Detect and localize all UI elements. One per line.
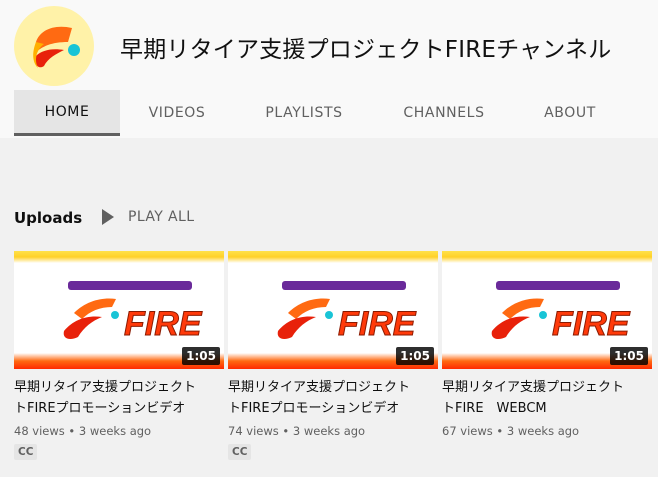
cc-badge: CC bbox=[228, 444, 252, 460]
cc-badge: CC bbox=[14, 444, 38, 460]
svg-text:FIRE: FIRE bbox=[338, 305, 417, 343]
play-icon bbox=[102, 209, 114, 225]
upload-age: 3 weeks ago bbox=[506, 424, 580, 438]
duration-badge: 1:05 bbox=[182, 347, 220, 365]
channel-header: 早期リタイア支援プロジェクトFIREチャンネル HOME VIDEOS PLAY… bbox=[0, 0, 658, 138]
video-title[interactable]: 早期リタイア支援プロジェクト トFIRE WEBCM bbox=[442, 377, 648, 419]
duration-badge: 1:05 bbox=[396, 347, 434, 365]
channel-title: 早期リタイア支援プロジェクトFIREチャンネル bbox=[120, 37, 612, 63]
tab-home[interactable]: HOME bbox=[14, 90, 120, 136]
tab-playlists[interactable]: PLAYLISTS bbox=[234, 90, 374, 136]
view-count: 48 views bbox=[14, 424, 65, 438]
video-card[interactable]: FIRE 1:05 早期リタイア支援プロジェクト トFIREプロモーションビデオ… bbox=[14, 251, 224, 460]
view-count: 67 views bbox=[442, 424, 493, 438]
video-card[interactable]: FIRE 1:05 早期リタイア支援プロジェクト トFIRE WEBCM 67 … bbox=[442, 251, 652, 438]
video-metadata: 48 views • 3 weeks ago bbox=[14, 424, 152, 438]
svg-text:FIRE: FIRE bbox=[552, 305, 631, 343]
video-card[interactable]: FIRE 1:05 早期リタイア支援プロジェクト トFIREプロモーションビデオ… bbox=[228, 251, 438, 460]
tab-channels[interactable]: CHANNELS bbox=[374, 90, 514, 136]
upload-age: 3 weeks ago bbox=[292, 424, 366, 438]
fire-logo-icon bbox=[33, 26, 80, 68]
play-all-button[interactable]: PLAY ALL bbox=[102, 209, 194, 225]
video-title[interactable]: 早期リタイア支援プロジェクト トFIREプロモーションビデオ bbox=[14, 377, 220, 419]
video-thumbnail[interactable]: FIRE 1:05 bbox=[442, 251, 652, 369]
view-count: 74 views bbox=[228, 424, 279, 438]
upload-age: 3 weeks ago bbox=[78, 424, 152, 438]
video-thumbnail[interactable]: FIRE 1:05 bbox=[14, 251, 224, 369]
uploads-heading[interactable]: Uploads bbox=[14, 209, 82, 227]
tab-videos[interactable]: VIDEOS bbox=[120, 90, 234, 136]
channel-tabs: HOME VIDEOS PLAYLISTS CHANNELS ABOUT bbox=[14, 90, 626, 136]
video-thumbnail[interactable]: FIRE 1:05 bbox=[228, 251, 438, 369]
video-metadata: 67 views • 3 weeks ago bbox=[442, 424, 580, 438]
tab-about[interactable]: ABOUT bbox=[514, 90, 626, 136]
video-metadata: 74 views • 3 weeks ago bbox=[228, 424, 366, 438]
svg-text:FIRE: FIRE bbox=[124, 305, 203, 343]
duration-badge: 1:05 bbox=[610, 347, 648, 365]
channel-avatar[interactable] bbox=[14, 6, 94, 86]
play-all-label: PLAY ALL bbox=[128, 209, 195, 225]
video-title[interactable]: 早期リタイア支援プロジェクト トFIREプロモーションビデオ bbox=[228, 377, 434, 419]
